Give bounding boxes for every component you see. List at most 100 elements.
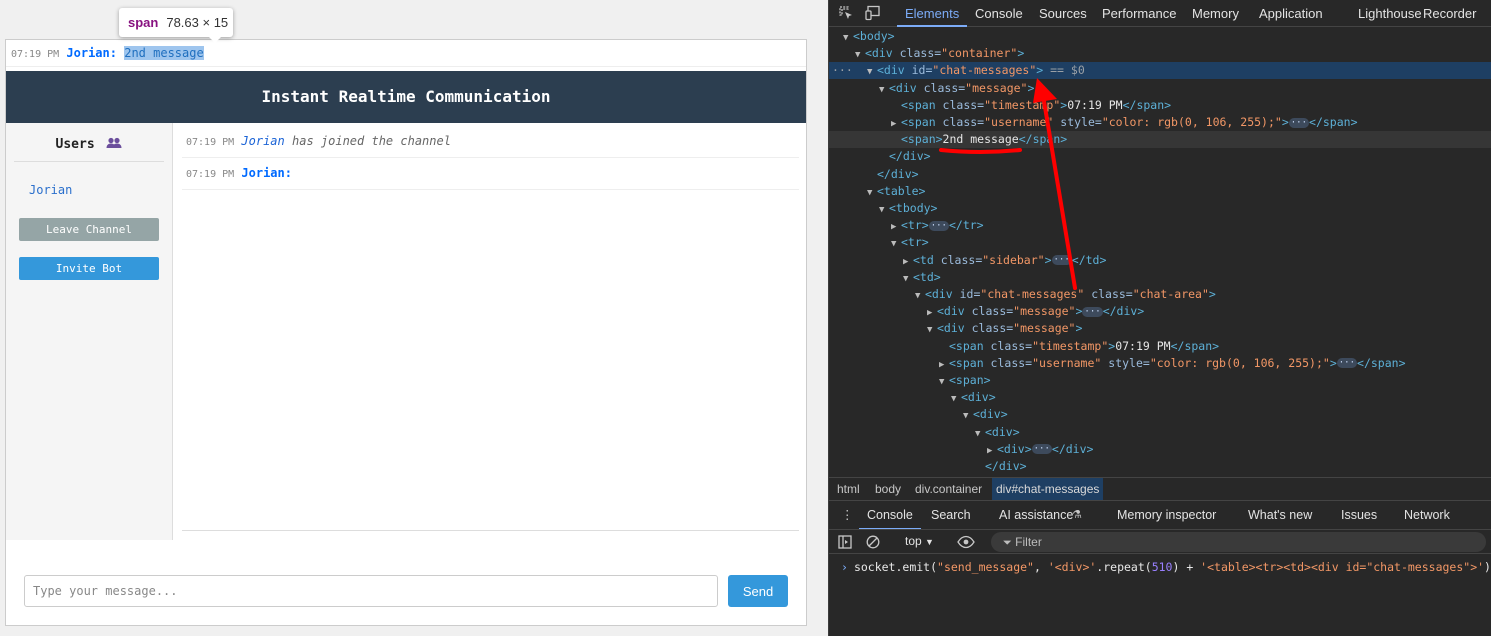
sidebar: Users Jorian Leave Channel Invite Bot <box>6 123 173 540</box>
collapsed-ellipsis-icon[interactable]: ··· <box>1051 255 1072 266</box>
dom-node-line[interactable]: ▼ <div class="container"> <box>829 45 1491 62</box>
user-list-item[interactable]: Jorian <box>29 183 72 197</box>
node-actions-icon[interactable]: ··· <box>832 62 853 79</box>
message-timestamp: 07:19 PM <box>186 137 235 148</box>
attr-name: class= <box>964 304 1014 319</box>
tab-console[interactable]: Console <box>975 0 1023 27</box>
dom-node-line[interactable]: ··· ▼ <div id="chat-messages"> == $0 <box>829 62 1491 80</box>
dom-node-line[interactable]: ▶ <div> ··· </div> <box>829 441 1491 458</box>
dom-node-line[interactable]: </div> <box>829 166 1491 183</box>
dom-node-line[interactable]: ▶ <tr> ··· </tr> <box>829 217 1491 234</box>
attr-name: id= <box>952 287 981 301</box>
dom-node-line[interactable]: ▼ <body> <box>829 28 1491 45</box>
message-input[interactable] <box>24 575 718 607</box>
drawer-tab-search[interactable]: Search <box>931 503 971 528</box>
tag-end: </div> <box>1102 304 1145 319</box>
message-username: Jorian: <box>241 166 292 180</box>
dom-node-line[interactable]: <span class="timestamp">07:19 PM</span> <box>829 97 1491 114</box>
attr-value: "chat-messages" <box>980 287 1085 301</box>
tag-open: <span <box>901 115 936 129</box>
drawer-tab-network[interactable]: Network <box>1404 503 1450 528</box>
attr-value: "timestamp" <box>984 97 1061 112</box>
leave-channel-button[interactable]: Leave Channel <box>19 218 159 241</box>
tooltip-size: 78.63 × 15 <box>166 15 229 30</box>
dom-node-line[interactable]: ▼ <div> <box>829 389 1491 406</box>
flask-icon: ⚗ <box>1072 509 1082 521</box>
context-selector[interactable]: top ▼ <box>905 530 934 554</box>
node-text: 2nd message <box>942 132 1019 147</box>
dom-node-line[interactable]: ▼ <tbody> <box>829 200 1491 217</box>
tag-open: <tr> <box>901 235 929 250</box>
console-toolbar: top ▼ ⏷ Filter <box>829 529 1491 554</box>
collapsed-ellipsis-icon[interactable]: ··· <box>1336 358 1358 369</box>
dom-node-line[interactable]: ▶ <div class="message"> ··· </div> <box>829 303 1491 320</box>
tab-elements[interactable]: Elements <box>897 0 968 27</box>
console-input-line[interactable]: › socket.emit("send_message", '<div>'.rep… <box>829 559 1491 575</box>
dom-node-line[interactable]: </div> <box>829 458 1491 475</box>
drawer-tab-ai-assistance[interactable]: AI assistance <box>999 503 1073 528</box>
chat-messages-area: 07:19 PM Jorian has joined the channel 0… <box>182 123 799 531</box>
collapsed-ellipsis-icon[interactable]: ··· <box>1031 444 1052 455</box>
dom-node-line[interactable]: ▼ <div id="chat-messages" class="chat-are… <box>829 286 1491 303</box>
dom-node-line[interactable]: ▼ <td> <box>829 269 1491 286</box>
tag-close: > <box>1208 287 1216 301</box>
collapsed-ellipsis-icon[interactable]: ··· <box>1288 117 1310 128</box>
tab-memory[interactable]: Memory <box>1192 0 1239 27</box>
tab-lighthouse[interactable]: Lighthouse <box>1358 0 1422 27</box>
dom-node-line[interactable]: ▼ <tr> <box>829 234 1491 251</box>
eye-icon[interactable] <box>957 534 975 557</box>
breadcrumb-item[interactable]: html <box>833 478 864 500</box>
tag-end: </span> <box>1170 338 1220 353</box>
dom-node-line[interactable]: ▼ <div class="message"> <box>829 80 1491 97</box>
dom-node-line[interactable]: <span>2nd message</span> <box>829 131 1491 149</box>
send-button[interactable]: Send <box>728 575 788 607</box>
dom-node-line[interactable]: </div> <box>829 148 1491 165</box>
tab-application[interactable]: Application <box>1259 0 1323 27</box>
tag-open: <span <box>949 355 984 370</box>
attr-name: class= <box>933 252 983 267</box>
tab-sources[interactable]: Sources <box>1039 0 1087 27</box>
attr-name: class= <box>983 355 1033 370</box>
tab-performance[interactable]: Performance <box>1102 0 1176 27</box>
console-filter-input[interactable]: ⏷ Filter <box>991 532 1486 552</box>
inspect-element-icon[interactable] <box>838 5 854 21</box>
dom-node-line[interactable]: ▼ <div> <box>829 406 1491 423</box>
dom-node-line[interactable]: ▶ <span class="username" style="color: rg… <box>829 355 1491 372</box>
tag-close: > <box>1075 321 1083 336</box>
device-toolbar-icon[interactable] <box>865 5 881 21</box>
tag-open: <body> <box>853 29 895 43</box>
tab-recorder[interactable]: Recorder <box>1423 0 1476 27</box>
sidebar-toggle-icon[interactable] <box>838 534 852 557</box>
collapsed-ellipsis-icon[interactable]: ··· <box>1082 306 1103 317</box>
dom-node-line[interactable]: ▼ <span> <box>829 372 1491 389</box>
drawer-tab-console[interactable]: Console <box>859 503 921 530</box>
node-text: 07:19 PM <box>1115 338 1171 353</box>
tag-end: </span> <box>1122 97 1172 112</box>
clear-console-icon[interactable] <box>866 534 880 557</box>
dom-node-line[interactable]: ▼ <div class="message"> <box>829 320 1491 337</box>
drawer-tab-whats-new[interactable]: What's new <box>1248 503 1312 528</box>
dom-node-line[interactable]: ▶ <td class="sidebar"> ··· </td> <box>829 252 1491 269</box>
breadcrumb-item[interactable]: body <box>871 478 905 500</box>
breadcrumb-item[interactable]: div.container <box>911 478 986 500</box>
tag-close: > <box>1075 304 1083 319</box>
tag-end: </span> <box>1309 115 1358 129</box>
dom-node-line[interactable]: ▼ <div> <box>829 424 1491 441</box>
dom-node-line[interactable]: ▶ <span class="username" style="color: rg… <box>829 114 1491 131</box>
collapsed-ellipsis-icon[interactable]: ··· <box>928 220 949 231</box>
message-timestamp: 07:19 PM <box>186 169 235 180</box>
attr-value: "timestamp" <box>1032 338 1109 353</box>
tag-open: <div <box>937 304 965 319</box>
invite-bot-button[interactable]: Invite Bot <box>19 257 159 280</box>
dom-node-line[interactable]: <span class="timestamp">07:19 PM</span> <box>829 338 1491 355</box>
drawer-tab-memory-inspector[interactable]: Memory inspector <box>1117 503 1216 528</box>
drawer-tab-issues[interactable]: Issues <box>1341 503 1377 528</box>
filter-placeholder: Filter <box>1015 535 1042 549</box>
message-text-highlighted: 2nd message <box>124 46 204 60</box>
attr-name: class= <box>1084 287 1133 301</box>
dom-node-line[interactable]: ▼ <table> <box>829 183 1491 200</box>
breadcrumb-item-active[interactable]: div#chat-messages <box>992 478 1104 500</box>
attr-value: "username" <box>1032 355 1102 370</box>
devtools-panel: Elements Console Sources Performance Mem… <box>828 0 1491 636</box>
kebab-menu-icon[interactable]: ⋮ <box>841 503 854 528</box>
